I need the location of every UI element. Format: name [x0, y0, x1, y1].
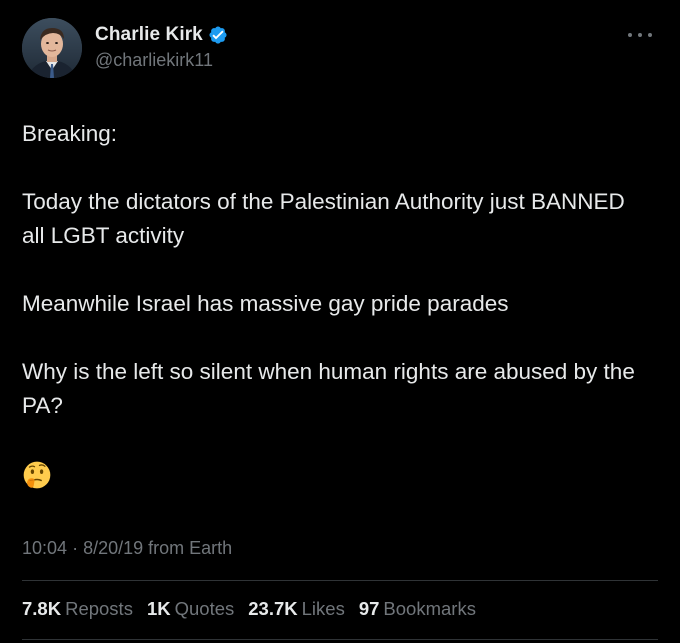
meta-separator: ·	[72, 538, 79, 558]
name-row: Charlie Kirk	[95, 22, 228, 48]
quotes-stat[interactable]: 1K Quotes	[147, 598, 234, 620]
tweet-card: Charlie Kirk @charliekirk11 Breaking: To…	[0, 0, 680, 643]
thinking-face-emoji-icon	[22, 460, 52, 490]
author-info: Charlie Kirk @charliekirk11	[95, 22, 228, 71]
likes-count: 23.7K	[248, 598, 298, 619]
tweet-source: from Earth	[148, 538, 233, 558]
bookmarks-label: Bookmarks	[383, 598, 476, 619]
avatar[interactable]	[22, 18, 82, 78]
tweet-time[interactable]: 10:04	[22, 538, 67, 558]
reposts-label: Reposts	[65, 598, 133, 619]
more-options-icon[interactable]	[628, 26, 652, 44]
quotes-count: 1K	[146, 598, 171, 619]
tweet-date[interactable]: 8/20/19	[83, 538, 143, 558]
more-dot	[628, 33, 632, 37]
reposts-stat[interactable]: 7.8K Reposts	[22, 598, 133, 620]
bookmarks-stat[interactable]: 97 Bookmarks	[359, 598, 476, 620]
tweet-paragraph: Today the dictators of the Palestinian A…	[22, 189, 625, 248]
profile-photo	[22, 18, 82, 78]
user-handle[interactable]: @charliekirk11	[95, 50, 228, 71]
more-dot	[648, 33, 652, 37]
tweet-paragraph: Meanwhile Israel has massive gay pride p…	[22, 291, 509, 316]
tweet-paragraph: Breaking:	[22, 121, 118, 146]
likes-stat[interactable]: 23.7K Likes	[248, 598, 345, 620]
tweet-paragraph: Why is the left so silent when human rig…	[22, 359, 635, 418]
verified-badge-icon[interactable]	[208, 25, 228, 45]
more-dot	[638, 33, 642, 37]
tweet-text: Breaking: Today the dictators of the Pal…	[22, 117, 652, 423]
display-name[interactable]: Charlie Kirk	[95, 24, 203, 46]
divider	[22, 639, 658, 640]
quotes-label: Quotes	[174, 598, 235, 619]
engagement-stats: 7.8K Reposts 1K Quotes 23.7K Likes 97 Bookma…	[22, 598, 490, 620]
tweet-meta: 10:04 · 8/20/19 from Earth	[22, 538, 232, 559]
likes-label: Likes	[301, 598, 345, 619]
reposts-count: 7.8K	[22, 598, 62, 619]
bookmarks-count: 97	[358, 598, 380, 619]
divider	[22, 580, 658, 581]
